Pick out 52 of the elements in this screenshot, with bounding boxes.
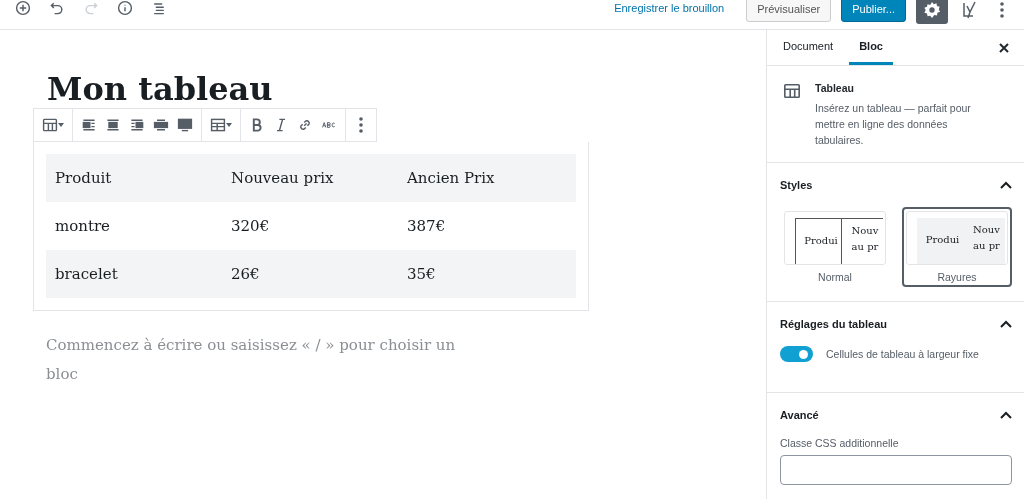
info-icon <box>117 0 133 16</box>
add-icon <box>15 0 31 16</box>
table-cell: 35€ <box>398 250 576 298</box>
align-right-icon <box>129 117 145 133</box>
settings-icon <box>923 0 941 19</box>
preview-cell: Nouv au pr <box>963 218 1005 264</box>
header-cell: Ancien Prix <box>398 154 576 202</box>
header-cell: Nouveau prix <box>222 154 398 202</box>
more-icon <box>359 117 363 133</box>
header-cell: Produit <box>46 154 222 202</box>
redo-icon <box>83 0 99 16</box>
plugin-icon <box>962 0 978 19</box>
align-center-icon <box>105 117 121 133</box>
block-description: Insérez un tableau — parfait pour mettre en ligne des données tabulaires. <box>815 101 972 148</box>
post-title[interactable]: Mon tableau <box>47 70 766 108</box>
style-option[interactable]: Produi Nouv au pr Rayures <box>902 207 1012 287</box>
style-option[interactable]: Produi Nouv au pr Normal <box>780 207 890 287</box>
sidebar-tab[interactable]: Bloc <box>849 30 893 65</box>
preview-cell: Produi <box>917 218 963 264</box>
table-cell: 26€ <box>222 250 398 298</box>
switch-label: Cellules de tableau à largeur fixe <box>826 348 979 360</box>
styles-panel-toggle[interactable]: Styles <box>780 163 1012 207</box>
table-settings-toggle[interactable]: Réglages du tableau <box>780 302 1012 346</box>
align-wide-icon <box>153 117 169 133</box>
chevron-up-icon <box>1000 411 1012 419</box>
preview-cell: Produi <box>795 218 841 264</box>
table-icon <box>210 117 226 133</box>
undo-icon <box>49 0 65 16</box>
chevron-up-icon <box>1000 320 1012 328</box>
chevron-up-icon <box>1000 181 1012 189</box>
settings-button[interactable] <box>916 0 948 24</box>
table-cell: bracelet <box>46 250 222 298</box>
caret-icon <box>226 123 232 127</box>
save-draft-link[interactable]: Enregistrer le brouillon <box>614 1 725 14</box>
close-icon <box>999 42 1009 53</box>
table-icon <box>42 117 58 133</box>
fixed-width-switch[interactable] <box>780 346 813 362</box>
caret-icon <box>58 123 64 127</box>
field-label: Classe CSS additionnelle <box>780 437 900 449</box>
publish-button[interactable]: Publier... <box>841 0 906 22</box>
advanced-panel-toggle[interactable]: Avancé <box>780 393 1012 437</box>
block-name: Tableau <box>815 82 855 94</box>
css-class-field[interactable] <box>780 455 1012 485</box>
preview-cell: Nouv au pr <box>841 218 883 264</box>
list-icon <box>151 0 167 16</box>
sidebar-tab[interactable]: Document <box>773 30 844 65</box>
link-icon <box>297 117 313 133</box>
table-icon <box>783 82 801 100</box>
align-left-icon <box>81 117 97 133</box>
align-full-icon <box>177 117 193 133</box>
more-icon <box>1000 1 1004 18</box>
preview-button[interactable]: Prévisualiser <box>746 0 832 22</box>
